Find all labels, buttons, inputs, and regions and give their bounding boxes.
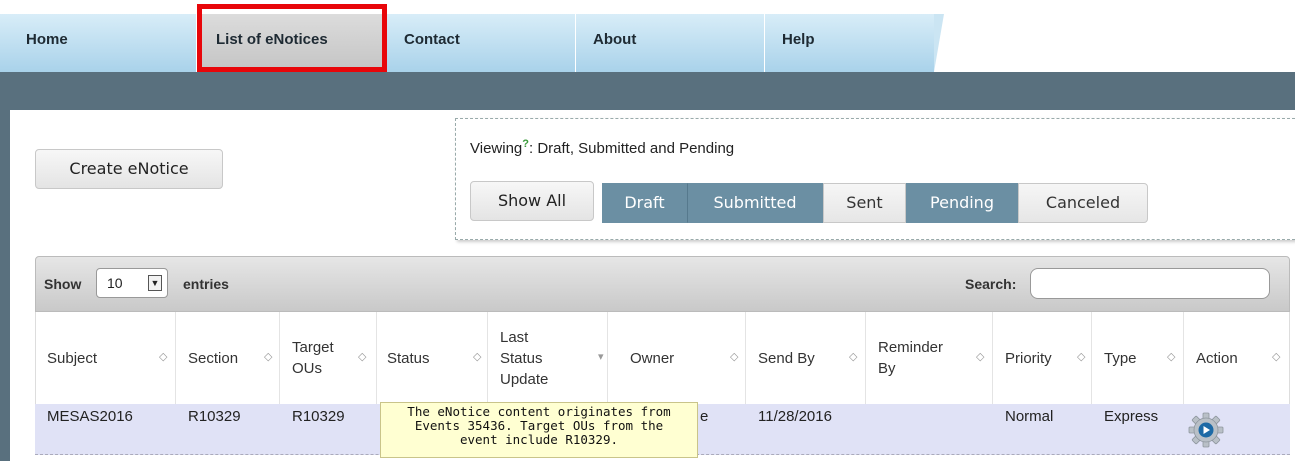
column-header-reminder-by[interactable]: Reminder By ◇ (866, 312, 993, 404)
entries-label: entries (183, 276, 229, 292)
tooltip-line: event include R10329. (459, 432, 619, 447)
tab-contact[interactable]: Contact (387, 14, 576, 72)
cell-send-by: 11/28/2016 (758, 408, 832, 425)
highlight-box (197, 4, 387, 72)
column-label: Target OUs (292, 339, 334, 377)
show-all-button[interactable]: Show All (470, 181, 594, 221)
gear-icon[interactable] (1188, 412, 1224, 448)
search-label: Search: (965, 276, 1017, 292)
sort-icon: ◇ (473, 351, 482, 363)
column-header-status[interactable]: Status ◇ (377, 312, 488, 404)
column-header-owner[interactable]: Owner ◇ (608, 312, 746, 404)
cell-priority: Normal (1005, 408, 1054, 425)
column-header-action[interactable]: Action ◇ (1184, 312, 1290, 404)
viewing-label: Viewing (470, 140, 523, 157)
tab-about-label: About (593, 31, 637, 48)
column-header-target-ous[interactable]: Target OUs ◇ (280, 312, 377, 404)
column-label: Type (1104, 349, 1137, 367)
create-enotice-button[interactable]: Create eNotice (35, 149, 223, 189)
column-label: Status (387, 349, 430, 367)
viewing-summary: Viewing?: Draft, Submitted and Pending (470, 138, 734, 157)
column-label: Last Status Update (500, 328, 549, 388)
show-label: Show (44, 276, 82, 292)
tooltip-line: The eNotice content originates from (407, 404, 671, 419)
column-label: Priority (1005, 349, 1052, 367)
column-header-section[interactable]: Section ◇ (176, 312, 280, 404)
left-border-bar (0, 110, 10, 461)
tab-help[interactable]: Help (765, 14, 944, 72)
column-label: Owner (630, 349, 675, 367)
entries-value: 10 (107, 275, 123, 291)
sort-icon: ◇ (976, 351, 985, 363)
filter-draft[interactable]: Draft (602, 183, 687, 223)
sort-icon: ◇ (159, 351, 168, 363)
tab-about[interactable]: About (576, 14, 765, 72)
column-label: Section (188, 349, 239, 367)
tab-contact-label: Contact (404, 31, 460, 48)
tab-home[interactable]: Home (0, 14, 197, 72)
sort-icon: ◇ (1167, 351, 1176, 363)
sort-icon: ◇ (730, 351, 739, 363)
cell-owner: e (700, 408, 709, 425)
column-header-send-by[interactable]: Send By ◇ (746, 312, 866, 404)
search-input[interactable] (1030, 268, 1270, 299)
sort-icon: ◇ (1272, 351, 1281, 363)
filter-pending[interactable]: Pending (906, 183, 1018, 223)
filter-submitted[interactable]: Submitted (687, 183, 823, 223)
cell-type: Express (1104, 408, 1159, 425)
filter-sent[interactable]: Sent (823, 183, 906, 223)
sort-desc-icon: ▾ (598, 351, 604, 363)
main-nav: Home List of eNotices Contact About Help (0, 14, 945, 72)
header-bar (0, 72, 1295, 110)
column-header-subject[interactable]: Subject ◇ (35, 312, 176, 404)
tab-home-label: Home (26, 31, 68, 48)
sort-icon: ◇ (1077, 351, 1086, 363)
viewing-text: : Draft, Submitted and Pending (529, 140, 735, 157)
entries-select[interactable]: 10 ▼ (96, 268, 168, 298)
tooltip-line: Events 35436. Target OUs from the (414, 418, 664, 433)
column-header-priority[interactable]: Priority ◇ (993, 312, 1092, 404)
column-label: Action (1196, 349, 1238, 367)
filter-canceled[interactable]: Canceled (1018, 183, 1148, 223)
cell-section: R10329 (188, 408, 241, 425)
column-header-last-status-update[interactable]: Last Status Update ▾ (488, 312, 608, 404)
column-header-type[interactable]: Type ◇ (1092, 312, 1184, 404)
help-icon[interactable]: ? (522, 138, 529, 150)
cell-subject: MESAS2016 (47, 408, 133, 425)
column-label: Subject (47, 349, 98, 367)
sort-icon: ◇ (358, 351, 367, 363)
sort-icon: ◇ (264, 351, 273, 363)
dropdown-arrow-icon: ▼ (148, 275, 162, 291)
column-label: Send By (758, 349, 815, 367)
column-label: Reminder By (878, 339, 944, 377)
tab-help-label: Help (782, 31, 815, 48)
sort-icon: ◇ (849, 351, 858, 363)
cell-target-ous: R10329 (292, 408, 345, 425)
tooltip: The eNotice content originates from Even… (380, 402, 698, 458)
